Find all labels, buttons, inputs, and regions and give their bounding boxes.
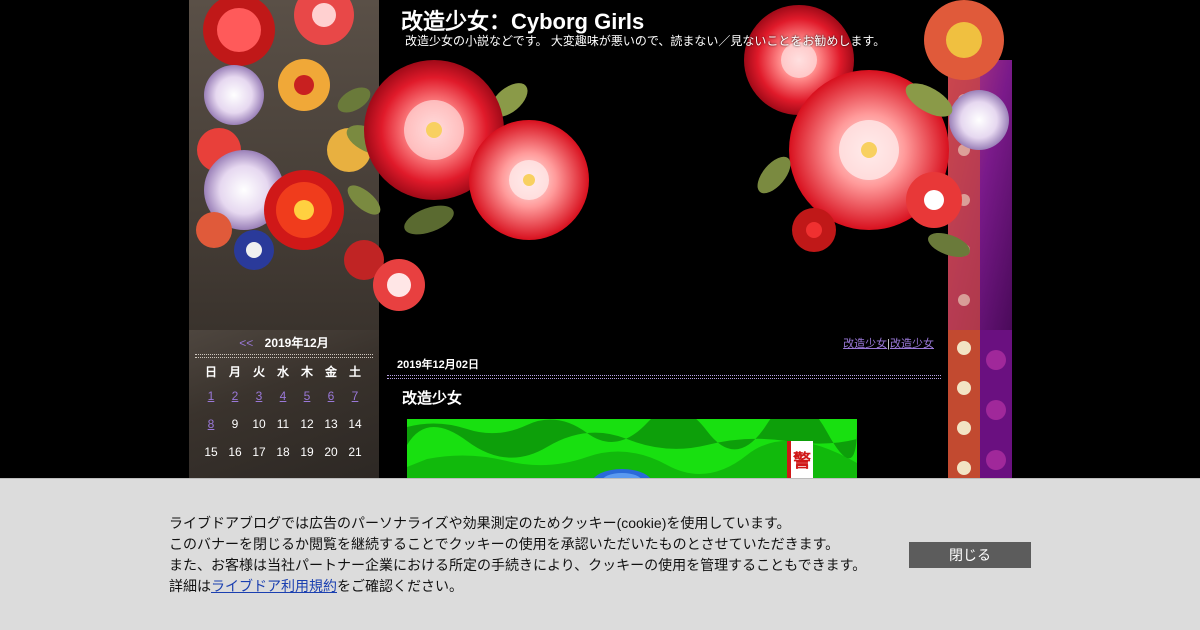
calendar-day: 19: [300, 445, 314, 459]
calendar-day: 1: [199, 382, 223, 410]
cookie-details-suffix: をご確認ください。: [337, 578, 463, 594]
weekday-sat: 土: [348, 364, 361, 379]
calendar-day: 9: [231, 417, 239, 431]
kimono-pattern-artwork: [948, 330, 1012, 478]
calendar-day-link[interactable]: 2: [232, 389, 239, 403]
calendar-day: 7: [343, 382, 367, 410]
blog-description: 改造少女の小説などです。 大変趣味が悪いので、読まない／見ないことをお勧めします…: [405, 34, 886, 48]
entry-image-artwork: 警: [407, 419, 857, 478]
entry-image[interactable]: 警: [407, 419, 857, 478]
calendar-day-link[interactable]: 3: [256, 389, 263, 403]
cookie-consent-banner: ライブドアブログでは広告のパーソナライズや効果測定のためクッキー(cookie)…: [0, 478, 1200, 630]
blog-header: 改造少女：Cyborg Girls 改造少女の小説などです。 大変趣味が悪いので…: [189, 0, 1012, 330]
calendar-header: << 2019年12月: [189, 334, 379, 351]
calendar-week-row: 1 2 3 4 5 6 7: [199, 382, 367, 410]
calendar-week-row: 8 9 10 11 12 13 14: [199, 410, 367, 438]
calendar-day: 6: [319, 382, 343, 410]
calendar-day: 13: [324, 417, 338, 431]
entry-image-sign-char: 警: [793, 450, 811, 472]
calendar-day-link[interactable]: 8: [208, 417, 215, 431]
header-floral-artwork: [189, 0, 1012, 330]
category-link[interactable]: 改造少女: [890, 338, 934, 350]
calendar-day-link[interactable]: 5: [304, 389, 311, 403]
calendar-day: 3: [247, 382, 271, 410]
cookie-line: ライブドアブログでは広告のパーソナライズや効果測定のためクッキー(cookie)…: [169, 515, 791, 531]
calendar-week-row: 15 16 17 18 19 20 21: [199, 438, 367, 466]
calendar-divider: [195, 354, 373, 358]
cookie-close-button[interactable]: 閉じる: [909, 542, 1031, 568]
calendar-day-link[interactable]: 6: [328, 389, 335, 403]
entry-date: 2019年12月02日: [397, 359, 479, 371]
weekday-mon: 月: [228, 364, 241, 379]
calendar-prev-link[interactable]: <<: [239, 336, 253, 350]
weekday-wed: 水: [276, 364, 289, 379]
calendar-day: 12: [300, 417, 314, 431]
calendar-day: 2: [223, 382, 247, 410]
calendar-day: 20: [324, 445, 338, 459]
entry-title[interactable]: 改造少女: [402, 387, 462, 408]
calendar-day: 14: [348, 417, 362, 431]
cookie-message: ライブドアブログでは広告のパーソナライズや効果測定のためクッキー(cookie)…: [169, 513, 866, 597]
cookie-line: また、お客様は当社パートナー企業における所定の手続きにより、クッキーの使用を管理…: [169, 557, 867, 573]
right-decorative-strip: [948, 330, 1012, 478]
calendar-day: 5: [295, 382, 319, 410]
entry-divider: [387, 375, 941, 379]
category-link[interactable]: 改造少女: [843, 338, 887, 350]
calendar-weekday-row: 日 月 火 水 木 金 土: [199, 360, 367, 382]
terms-of-use-link[interactable]: ライブドア利用規約: [211, 578, 337, 594]
calendar-day-link[interactable]: 1: [208, 389, 215, 403]
cookie-line: 詳細はライブドア利用規約をご確認ください。: [169, 576, 866, 597]
calendar-day: 8: [199, 410, 223, 438]
calendar-day: 21: [348, 445, 362, 459]
main-content: 改造少女|改造少女 2019年12月02日 改造少女 警: [379, 330, 948, 478]
calendar-day-link[interactable]: 4: [280, 389, 287, 403]
cookie-line: このバナーを閉じるか閲覧を継続することでクッキーの使用を承認いただいたものとさせ…: [169, 536, 840, 552]
calendar-day: 11: [276, 417, 290, 431]
calendar-day: 17: [252, 445, 266, 459]
category-links: 改造少女|改造少女: [843, 335, 934, 351]
calendar-day: 15: [204, 445, 218, 459]
weekday-thu: 木: [300, 364, 313, 379]
calendar-day: 16: [228, 445, 242, 459]
weekday-fri: 金: [324, 364, 337, 379]
calendar-day: 4: [271, 382, 295, 410]
weekday-tue: 火: [252, 364, 265, 379]
calendar-month-label: 2019年12月: [264, 336, 329, 350]
sidebar-calendar: << 2019年12月 日 月 火 水 木 金 土 1 2 3 4 5 6 7 …: [189, 330, 379, 478]
cookie-details-prefix: 詳細は: [169, 578, 211, 594]
calendar-day: 18: [276, 445, 290, 459]
calendar-table: 日 月 火 水 木 金 土 1 2 3 4 5 6 7 8 9 10 11 12…: [199, 360, 367, 466]
weekday-sun: 日: [204, 364, 217, 379]
calendar-day-link[interactable]: 7: [352, 389, 359, 403]
calendar-day: 10: [252, 417, 266, 431]
page: 改造少女：Cyborg Girls 改造少女の小説などです。 大変趣味が悪いので…: [0, 0, 1200, 630]
